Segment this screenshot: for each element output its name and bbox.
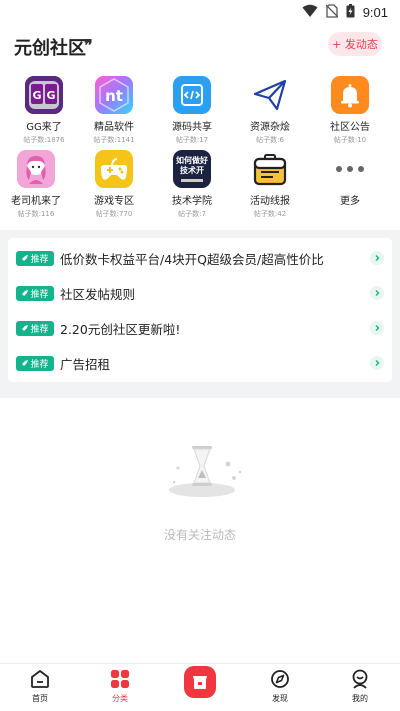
recommend-badge: 推荐 [16, 285, 54, 301]
category-count: 帖子数:770 [95, 210, 133, 218]
chevron-right-icon [370, 321, 384, 335]
bell-icon [331, 76, 369, 114]
category-name: 源码共享 [172, 122, 212, 133]
badge-label: 推荐 [30, 324, 49, 335]
category-name: 技术学院 [172, 196, 212, 207]
category-name: 活动线报 [250, 196, 290, 207]
category-games[interactable]: 游戏专区 帖子数:770 [76, 150, 152, 219]
badge-label: 推荐 [30, 289, 49, 300]
rocket-icon [22, 255, 29, 261]
app-header: 元创社区 ❞ + 发动态 [0, 24, 400, 66]
home-icon [29, 668, 51, 690]
category-grid: G G GG来了 帖子数:1876 nt 精品软件 帖子数:1141 源码共享 … [0, 66, 400, 230]
battery-icon [346, 3, 355, 22]
category-name: 社区公告 [330, 122, 370, 133]
tab-label: 分类 [112, 694, 128, 703]
tab-label: 发现 [272, 694, 288, 703]
icon-text-line: 技术开 [180, 166, 204, 175]
post-dynamic-button[interactable]: + 发动态 [328, 32, 382, 56]
chevron-right-icon [370, 286, 384, 300]
rocket-icon [22, 360, 29, 366]
briefcase-icon [251, 150, 289, 188]
recommend-list: 推荐 低价数卡权益平台/4块开Q超级会员/超高性价比 推荐 社区发帖规则 推荐 … [8, 238, 392, 382]
category-name: 游戏专区 [94, 196, 134, 207]
recommend-title: 低价数卡权益平台/4块开Q超级会员/超高性价比 [60, 251, 324, 267]
category-count: 帖子数:6 [256, 136, 284, 144]
category-name: 老司机来了 [11, 196, 61, 207]
girl-avatar-icon [17, 150, 55, 188]
more-dots-icon [331, 150, 369, 188]
badge-label: 推荐 [30, 254, 49, 265]
rocket-icon [22, 290, 29, 296]
nt-app-icon: nt [95, 76, 133, 114]
chevron-right-icon [370, 356, 384, 370]
recommend-badge: 推荐 [16, 250, 54, 266]
badge-label: 推荐 [30, 359, 49, 370]
category-name: GG来了 [26, 122, 62, 133]
wifi-icon [302, 3, 318, 22]
category-name: 精品软件 [94, 122, 134, 133]
category-grid-icon [109, 668, 131, 690]
status-time: 9:01 [362, 5, 388, 20]
category-tech-academy[interactable]: 如何做好 技术开 技术学院 帖子数:7 [154, 150, 230, 219]
tab-label: 首页 [32, 694, 48, 703]
category-count: 帖子数:10 [333, 136, 367, 144]
rocket-icon [22, 325, 29, 331]
category-count: 帖子数:1141 [93, 136, 135, 144]
category-name: 资源杂烩 [250, 122, 290, 133]
category-name: 更多 [340, 196, 360, 207]
svg-text:nt: nt [105, 87, 123, 105]
tab-mine[interactable]: 我的 [330, 668, 390, 704]
category-count: 帖子数:1876 [23, 136, 65, 144]
hourglass-illustration [160, 438, 244, 508]
compass-icon [269, 668, 291, 690]
recommend-title: 2.20元创社区更新啦! [60, 321, 181, 337]
gg-app-icon: G G [25, 76, 63, 114]
tab-discover[interactable]: 发现 [250, 668, 310, 704]
paper-plane-icon [251, 76, 289, 114]
category-more[interactable]: 更多 [312, 150, 388, 207]
tab-label: 我的 [352, 694, 368, 703]
chevron-right-icon [370, 251, 384, 265]
profile-icon [349, 668, 371, 690]
tab-home[interactable]: 首页 [10, 668, 70, 704]
page-title: 元创社区 [14, 38, 86, 59]
category-software[interactable]: nt 精品软件 帖子数:1141 [76, 76, 152, 145]
category-source-code[interactable]: 源码共享 帖子数:17 [154, 76, 230, 145]
empty-state: 没有关注动态 [0, 398, 400, 663]
recommend-item[interactable]: 推荐 低价数卡权益平台/4块开Q超级会员/超高性价比 [8, 240, 392, 276]
quote-icon: ❞ [84, 36, 93, 55]
no-sim-icon [325, 3, 339, 22]
store-icon [193, 676, 207, 689]
recommend-badge: 推荐 [16, 355, 54, 371]
status-bar: 9:01 [0, 0, 400, 24]
icon-text-line: 如何做好 [176, 156, 208, 165]
tech-book-icon: 如何做好 技术开 [173, 150, 211, 188]
category-announcements[interactable]: 社区公告 帖子数:10 [312, 76, 388, 145]
recommend-item[interactable]: 推荐 2.20元创社区更新啦! [8, 310, 392, 346]
empty-state-text: 没有关注动态 [163, 528, 236, 542]
category-count: 帖子数:42 [253, 210, 287, 218]
recommend-title: 社区发帖规则 [60, 286, 136, 302]
svg-text:G: G [46, 89, 55, 102]
code-icon [173, 76, 211, 114]
recommend-badge: 推荐 [16, 320, 54, 336]
category-events[interactable]: 活动线报 帖子数:42 [232, 150, 308, 219]
category-oldhands[interactable]: 老司机来了 帖子数:116 [0, 150, 74, 219]
category-resources[interactable]: 资源杂烩 帖子数:6 [232, 76, 308, 145]
svg-text:G: G [32, 89, 41, 102]
bottom-tab-bar: 首页 分类 发现 我的 [0, 663, 400, 711]
gamepad-icon [95, 150, 133, 188]
category-count: 帖子数:17 [175, 136, 209, 144]
category-count: 帖子数:7 [178, 210, 206, 218]
store-button[interactable] [184, 666, 216, 698]
recommend-title: 广告招租 [60, 356, 111, 372]
tab-category[interactable]: 分类 [90, 668, 150, 704]
category-count: 帖子数:116 [17, 210, 55, 218]
recommend-item[interactable]: 推荐 广告招租 [8, 345, 392, 381]
recommend-item[interactable]: 推荐 社区发帖规则 [8, 275, 392, 311]
category-gg[interactable]: G G GG来了 帖子数:1876 [6, 76, 82, 145]
